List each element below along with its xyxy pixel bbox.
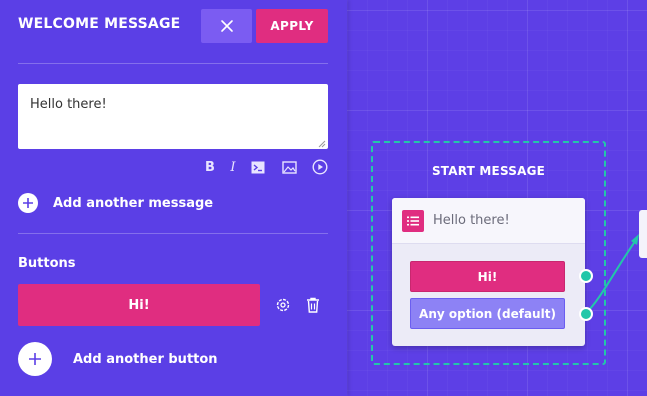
divider <box>18 233 328 234</box>
play-icon[interactable] <box>311 158 329 176</box>
trash-icon[interactable] <box>304 296 322 314</box>
bold-icon[interactable]: B <box>201 158 219 176</box>
gear-icon[interactable] <box>274 296 292 314</box>
message-text-input[interactable] <box>18 84 328 149</box>
add-button-label: Add another button <box>73 351 218 367</box>
start-message-title: START MESSAGE <box>431 164 546 178</box>
connector-handle-hi[interactable] <box>579 269 593 283</box>
node-button-hi[interactable]: Hi! <box>410 261 565 292</box>
connector-handle-default[interactable] <box>579 307 593 321</box>
close-button[interactable] <box>201 9 252 43</box>
italic-icon[interactable]: I <box>224 158 242 176</box>
node-message-text: Hello there! <box>433 213 510 228</box>
panel-title: WELCOME MESSAGE <box>18 16 181 32</box>
plus-icon <box>18 342 52 376</box>
add-message-button[interactable]: Add another message <box>18 193 213 213</box>
node-button-default-option[interactable]: Any option (default) <box>410 298 565 329</box>
code-icon[interactable] <box>249 158 267 176</box>
list-icon <box>402 210 424 232</box>
message-node[interactable]: Hello there! Hi! Any option (default) <box>392 198 585 346</box>
apply-button[interactable]: APPLY <box>256 9 328 43</box>
buttons-section-label: Buttons <box>18 256 76 271</box>
next-node-edge[interactable] <box>639 210 647 258</box>
node-header: Hello there! <box>392 198 585 244</box>
resize-handle-icon[interactable] <box>316 138 326 148</box>
close-icon <box>220 20 233 32</box>
plus-icon <box>18 193 38 213</box>
add-button-button[interactable]: Add another button <box>18 342 218 376</box>
message-settings-panel: WELCOME MESSAGE APPLY B I Add another me… <box>0 0 347 396</box>
divider <box>18 63 328 64</box>
button-item-hi[interactable]: Hi! <box>18 284 260 326</box>
image-icon[interactable] <box>280 158 298 176</box>
add-message-label: Add another message <box>53 195 214 211</box>
